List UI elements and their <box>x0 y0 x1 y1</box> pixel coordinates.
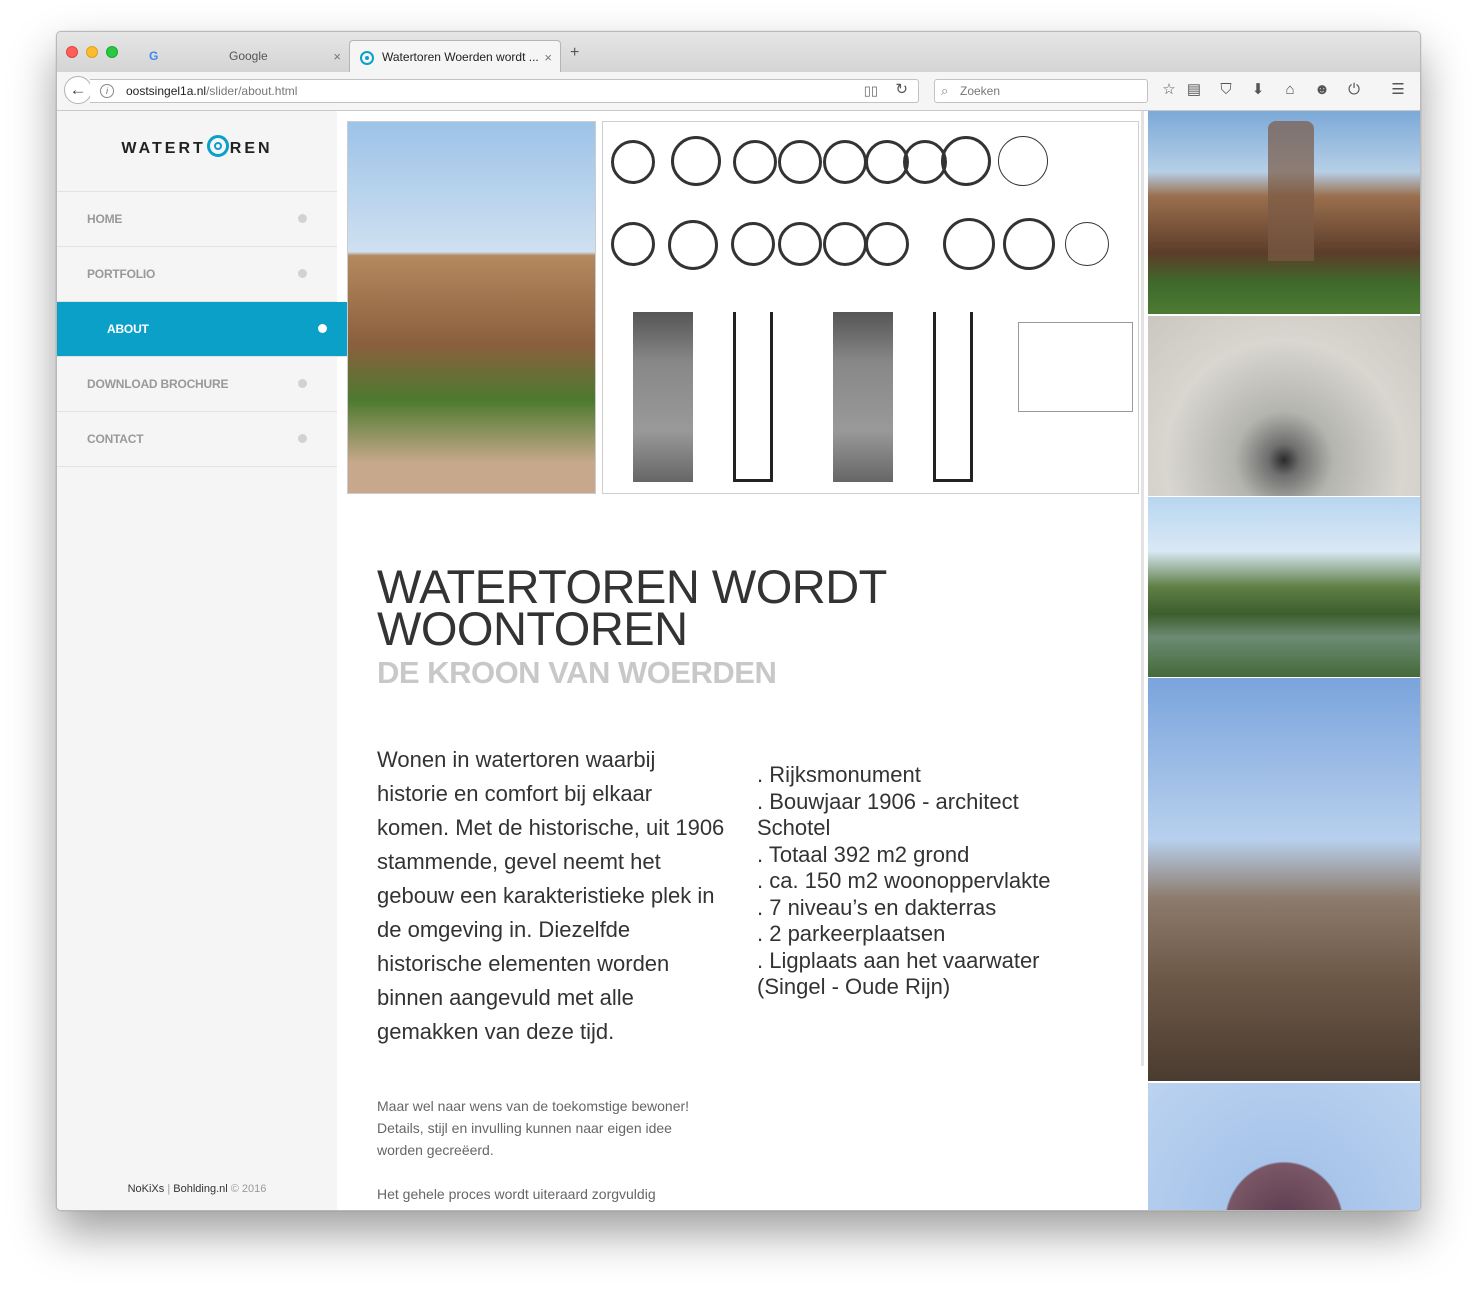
scrollbar[interactable] <box>1141 111 1144 1066</box>
nav-item-contact[interactable]: CONTACT <box>57 412 337 467</box>
tab-label: Google <box>229 49 268 63</box>
bookmark-star-icon[interactable]: ☆ <box>1160 81 1178 99</box>
nav-item-download-brochure[interactable]: DOWNLOAD BROCHURE <box>57 357 337 412</box>
nav-label: CONTACT <box>87 432 144 446</box>
page-title: WATERTOREN WORDT WOONTOREN <box>377 560 887 655</box>
menu-icon[interactable]: ☰ <box>1389 81 1407 99</box>
watertoren-favicon-icon <box>360 51 374 65</box>
tab-strip: G Google × Watertoren Woerden wordt ... … <box>57 32 1420 73</box>
list-item: . 7 niveau’s en dakterras <box>757 894 997 920</box>
footer-link-bohlding[interactable]: Bohlding.nl <box>173 1183 227 1195</box>
body-paragraph: Het gehele proces wordt uiteraard zorgvu… <box>377 1186 656 1202</box>
gallery-photo-interior[interactable] <box>1148 316 1420 496</box>
close-window-button[interactable] <box>66 46 78 58</box>
close-tab-icon[interactable]: × <box>544 41 552 74</box>
footer-link-nokixs[interactable]: NoKiXs <box>128 1183 165 1195</box>
list-item: . 2 parkeerplaatsen <box>757 921 946 946</box>
back-icon[interactable]: ← <box>64 76 92 104</box>
search-input[interactable]: ⌕ Zoeken <box>934 79 1148 103</box>
zoom-window-button[interactable] <box>106 46 118 58</box>
logo-text-right: REN <box>229 140 273 157</box>
nav-toolbar: ← i oostsingel1a.nl/slider/about.html ▯▯… <box>57 72 1420 111</box>
url-bar[interactable]: i oostsingel1a.nl/slider/about.html ▯▯ ↻ <box>90 79 919 103</box>
home-icon[interactable]: ⌂ <box>1281 81 1299 99</box>
search-placeholder: Zoeken <box>960 84 1001 98</box>
water-tower-photo[interactable] <box>347 121 596 494</box>
nav-dot-icon <box>298 434 307 443</box>
info-icon[interactable]: i <box>100 84 114 98</box>
nav-dot-icon <box>298 214 307 223</box>
nav-item-home[interactable]: HOME <box>57 192 337 247</box>
intro-paragraph: Wonen in watertoren waarbij historie en … <box>377 747 725 1044</box>
list-item: . ca. 150 m2 woonoppervlakte <box>757 868 1051 893</box>
web-page: WATERT REN HOME PORTFOLIO ABOUT DOWNLOAD … <box>57 111 1420 1210</box>
nav-dot-icon <box>298 269 307 278</box>
close-tab-icon[interactable]: × <box>333 41 341 72</box>
footer-copyright: © 2016 <box>227 1183 267 1195</box>
main-nav: HOME PORTFOLIO ABOUT DOWNLOAD BROCHURE C… <box>57 191 371 467</box>
nav-item-portfolio[interactable]: PORTFOLIO <box>57 247 337 302</box>
site-logo[interactable]: WATERT REN <box>57 135 337 158</box>
google-favicon-icon: G <box>149 49 159 63</box>
logo-ring-icon <box>206 135 229 157</box>
sidebar-footer: NoKiXs | Bohlding.nl © 2016 <box>57 1183 337 1195</box>
nav-label: HOME <box>87 212 123 226</box>
list-item: . Rijksmonument <box>757 762 921 787</box>
pocket-icon[interactable]: ⛉ <box>1217 81 1235 99</box>
url-path: /slider/about.html <box>206 84 298 98</box>
search-icon: ⌕ <box>941 83 949 98</box>
gallery-photo-rooftop[interactable] <box>1148 678 1420 1081</box>
gallery-photo-exterior[interactable] <box>1148 111 1420 314</box>
nav-label: ABOUT <box>107 322 149 336</box>
list-item: . Bouwjaar 1906 - architect Schotel <box>757 788 1019 841</box>
tab-google[interactable]: G Google × <box>139 41 349 72</box>
power-icon[interactable]: ⏻ <box>1345 81 1363 99</box>
main-content: WATERTOREN WORDT WOONTOREN DE KROON VAN … <box>337 111 1144 1210</box>
smiley-icon[interactable]: ☻ <box>1313 81 1331 99</box>
gallery-photo-tower-top[interactable] <box>1148 1083 1420 1210</box>
nav-dot-icon <box>318 324 327 333</box>
tab-watertoren[interactable]: Watertoren Woerden wordt ... × <box>349 40 561 73</box>
body-paragraph: Maar wel naar wens van de toekomstige be… <box>377 1098 690 1158</box>
url-text: oostsingel1a.nl/slider/about.html <box>126 80 297 102</box>
floor-plans-drawing[interactable] <box>602 121 1139 494</box>
nav-label: PORTFOLIO <box>87 267 156 281</box>
download-icon[interactable]: ⬇ <box>1249 81 1267 99</box>
feature-list: . Rijksmonument . Bouwjaar 1906 - archit… <box>757 762 1097 1001</box>
page-subtitle: DE KROON VAN WOERDEN <box>377 655 777 690</box>
nav-dot-icon <box>298 379 307 388</box>
gallery-photo-waterside[interactable] <box>1148 497 1420 677</box>
list-item: . Ligplaats aan het vaarwater (Singel - … <box>757 947 1040 1000</box>
url-host: oostsingel1a.nl <box>126 84 207 98</box>
reload-icon[interactable]: ↻ <box>895 79 908 101</box>
reading-list-icon[interactable]: ▤ <box>1185 81 1203 99</box>
sidebar: WATERT REN HOME PORTFOLIO ABOUT DOWNLOAD … <box>57 111 371 1210</box>
new-tab-button[interactable]: + <box>570 45 579 61</box>
nav-item-about[interactable]: ABOUT <box>57 302 371 357</box>
browser-window: G Google × Watertoren Woerden wordt ... … <box>56 31 1421 1211</box>
reader-view-icon[interactable]: ▯▯ <box>864 80 878 102</box>
footer-separator: | <box>164 1183 174 1195</box>
nav-label: DOWNLOAD BROCHURE <box>87 377 229 391</box>
minimize-window-button[interactable] <box>86 46 98 58</box>
logo-text-left: WATERT <box>121 140 206 157</box>
list-item: . Totaal 392 m2 grond <box>757 841 970 867</box>
tab-label: Watertoren Woerden wordt ... <box>382 50 539 64</box>
photo-gallery <box>1148 111 1420 1210</box>
